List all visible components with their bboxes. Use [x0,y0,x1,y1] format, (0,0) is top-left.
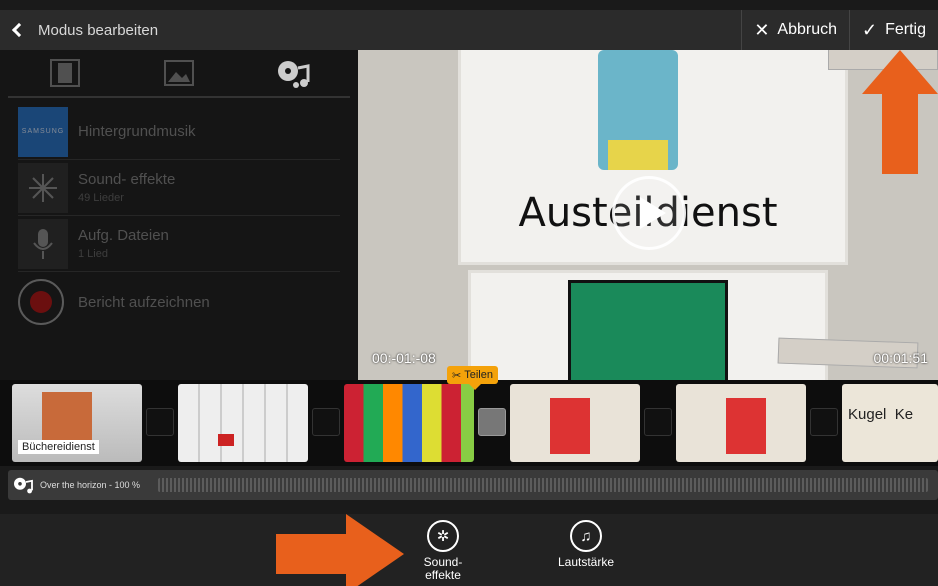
transition-3[interactable] [478,408,506,436]
list-item-recorded-files[interactable]: Aufg. Dateien 1 Lied [18,216,340,272]
clip-4[interactable] [510,384,640,462]
samsung-thumb: SAMSUNG [18,106,68,157]
item-title: Sound- effekte [78,171,176,188]
play-button[interactable] [612,176,686,250]
sound-effects-button[interactable]: ✲ Sound- effekte [408,520,478,582]
transition-4[interactable] [644,408,672,436]
music-icon [278,61,310,88]
close-icon: ✕ [754,19,770,40]
media-panel: SAMSUNG Hintergrundmusik Sound- effekte … [0,50,358,380]
tab-image[interactable] [122,50,236,96]
clip-3[interactable] [344,384,474,462]
time-end: 00:01:51 [873,350,929,366]
sound-effects-icon: ✲ [427,520,459,552]
done-label: Fertig [885,21,926,38]
scissors-icon: ✂ [452,369,462,382]
clip-2[interactable] [178,384,308,462]
microphone-icon [18,218,68,269]
transition-2[interactable] [312,408,340,436]
audio-waveform [158,478,928,492]
list-item-record-report[interactable]: Bericht aufzeichnen [18,272,340,332]
item-subtitle: 1 Lied [78,248,108,260]
transition-5[interactable] [810,408,838,436]
check-icon: ✓ [862,19,878,40]
item-title: Aufg. Dateien [78,227,169,244]
clip-label: Kugel Ke [848,406,914,423]
clip-5[interactable] [676,384,806,462]
done-button[interactable]: ✓ Fertig [849,10,938,50]
item-title: Hintergrundmusik [78,123,196,140]
music-source-list: SAMSUNG Hintergrundmusik Sound- effekte … [0,98,358,332]
back-label: Modus bearbeiten [38,21,159,39]
media-tabs [8,50,350,98]
sound-effects-label: Sound- effekte [423,555,463,582]
clip-1[interactable]: Büchereidienst [12,384,142,462]
split-label: Teilen [464,369,493,381]
volume-button[interactable]: ♫ Lautstärke [551,520,621,569]
item-subtitle: 49 Lieder [78,192,124,204]
timeline: Büchereidienst Kugel Ke [0,380,938,466]
music-icon [14,477,33,494]
tab-video[interactable] [8,50,122,96]
arrow-up-icon [862,50,938,174]
record-icon [18,279,64,325]
preview-figure [598,50,678,170]
film-icon [50,59,80,87]
tab-music[interactable] [236,50,350,96]
clip-label: Büchereidienst [18,440,99,454]
item-title: Bericht aufzeichnen [78,293,210,311]
preview-green-picture [568,280,728,380]
volume-label: Lautstärke [557,555,615,569]
back-button[interactable]: Modus bearbeiten [0,10,158,50]
cancel-button[interactable]: ✕ Abbruch [741,10,849,50]
list-item-sound-effects[interactable]: Sound- effekte 49 Lieder [18,160,340,216]
music-note-icon: ♫ [570,520,602,552]
arrow-right-icon [276,514,404,586]
clip-6[interactable]: Kugel Ke [842,384,938,462]
chevron-left-icon [11,22,27,38]
bottom-toolbar: ✲ Sound- effekte ♫ Lautstärke [0,514,938,586]
image-icon [164,60,194,86]
time-start: 00:-01:-08 [372,350,436,366]
list-item-background-music[interactable]: SAMSUNG Hintergrundmusik [18,104,340,160]
sparkle-icon [18,162,68,213]
audio-track-label: Over the horizon - 100 % [40,480,141,490]
transition-1[interactable] [146,408,174,436]
cancel-label: Abbruch [777,21,837,38]
video-preview[interactable]: Austeildienst 00:-01:-08 00:01:51 [358,50,938,380]
top-bar: Modus bearbeiten ✕ Abbruch ✓ Fertig [0,10,938,50]
split-button[interactable]: ✂ Teilen [447,366,498,390]
audio-track[interactable]: Over the horizon - 100 % [8,470,938,500]
